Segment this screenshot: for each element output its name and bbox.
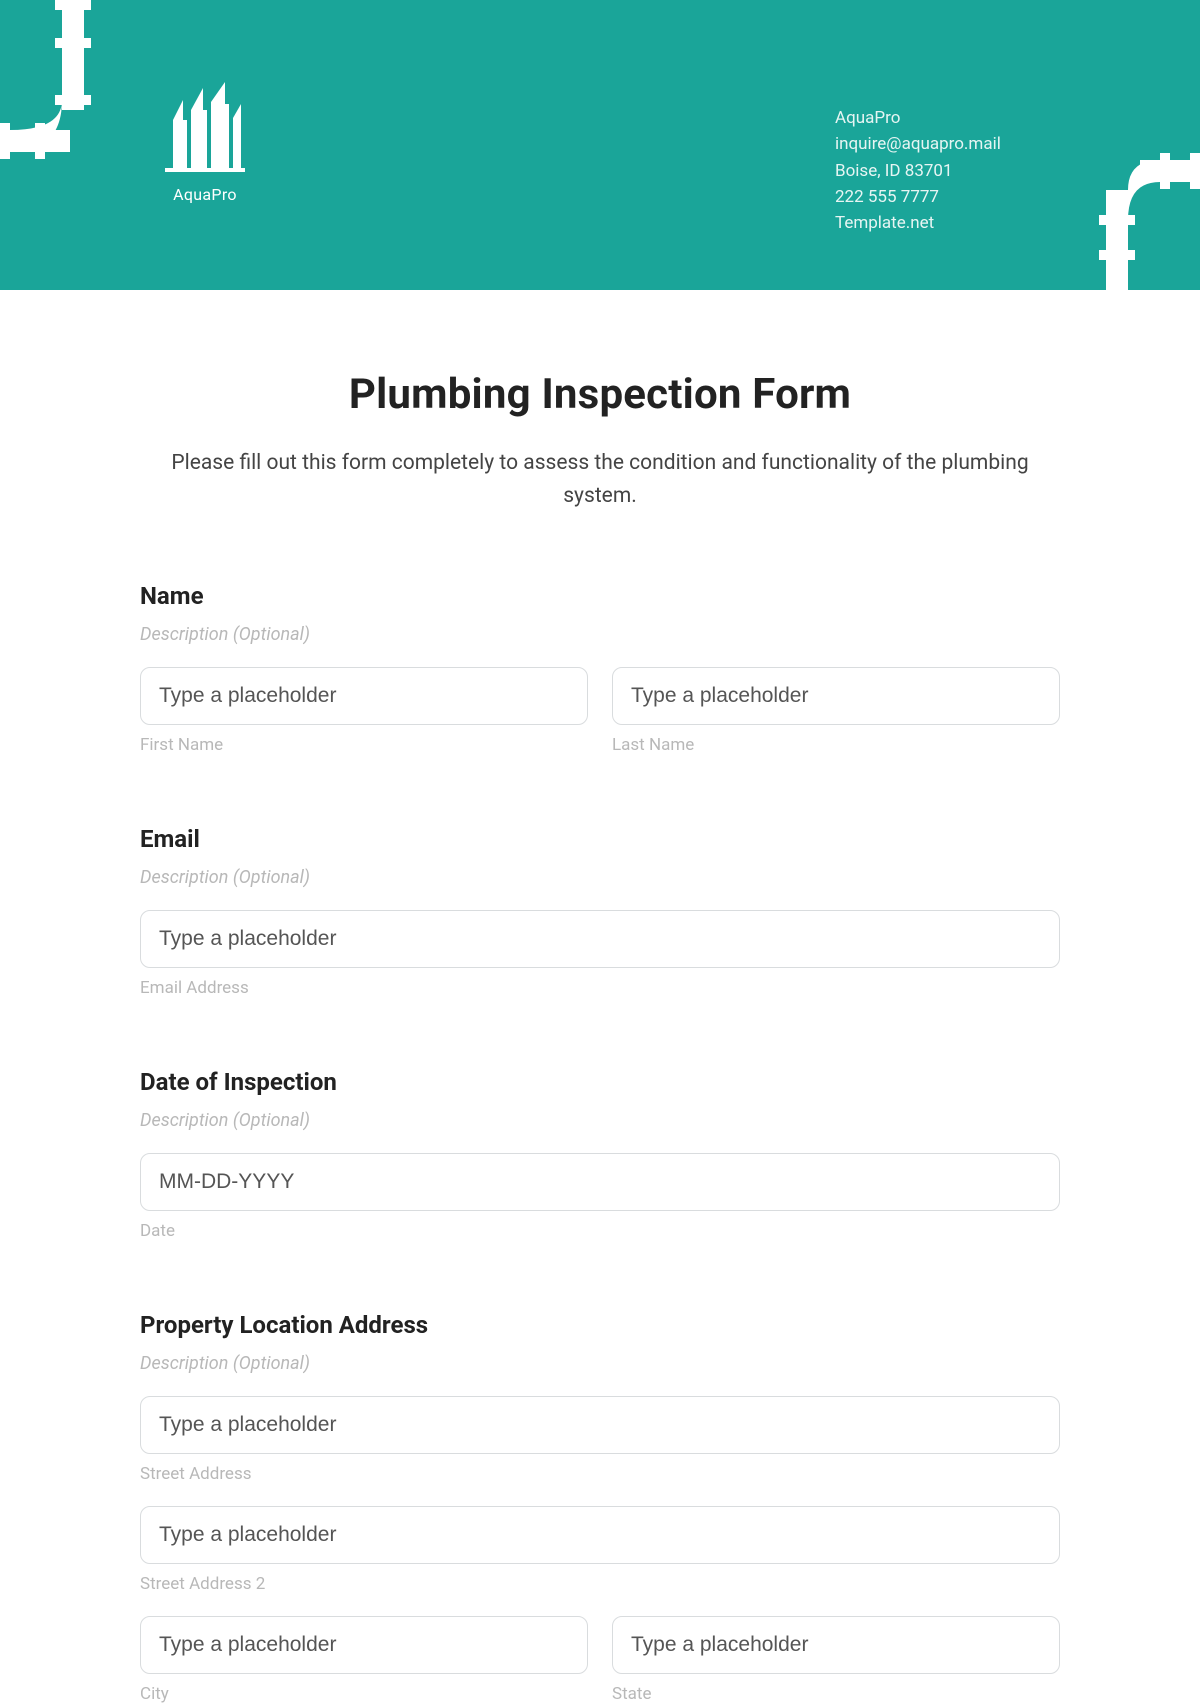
- street2-sublabel: Street Address 2: [140, 1574, 1060, 1594]
- page-subtitle: Please fill out this form completely to …: [140, 447, 1060, 512]
- email-input[interactable]: [140, 910, 1060, 968]
- last-name-sublabel: Last Name: [612, 735, 1060, 755]
- first-name-input[interactable]: [140, 667, 588, 725]
- company-email: inquire@aquapro.mail: [835, 131, 1001, 157]
- address-desc: Description (Optional): [140, 1353, 1060, 1374]
- street-input[interactable]: [140, 1396, 1060, 1454]
- first-name-sublabel: First Name: [140, 735, 588, 755]
- email-desc: Description (Optional): [140, 867, 1060, 888]
- state-sublabel: State: [612, 1684, 1060, 1704]
- email-sublabel: Email Address: [140, 978, 1060, 998]
- pipe-left-icon: [0, 0, 110, 174]
- company-logo: AquaPro: [155, 80, 255, 204]
- date-input[interactable]: [140, 1153, 1060, 1211]
- company-website: Template.net: [835, 210, 1001, 236]
- header-banner: AquaPro AquaPro inquire@aquapro.mail Boi…: [0, 0, 1200, 290]
- name-desc: Description (Optional): [140, 624, 1060, 645]
- section-name: Name Description (Optional) First Name L…: [140, 582, 1060, 755]
- section-email: Email Description (Optional) Email Addre…: [140, 825, 1060, 998]
- street2-input[interactable]: [140, 1506, 1060, 1564]
- pipe-right-icon: [1070, 110, 1200, 290]
- building-icon: [155, 80, 255, 175]
- company-info: AquaPro inquire@aquapro.mail Boise, ID 8…: [835, 105, 1001, 237]
- company-name: AquaPro: [835, 105, 1001, 131]
- company-address: Boise, ID 83701: [835, 158, 1001, 184]
- date-desc: Description (Optional): [140, 1110, 1060, 1131]
- section-date: Date of Inspection Description (Optional…: [140, 1068, 1060, 1241]
- city-input[interactable]: [140, 1616, 588, 1674]
- email-label: Email: [140, 825, 1060, 853]
- section-address: Property Location Address Description (O…: [140, 1311, 1060, 1704]
- city-sublabel: City: [140, 1684, 588, 1704]
- page-title: Plumbing Inspection Form: [140, 370, 1060, 419]
- logo-caption: AquaPro: [155, 185, 255, 204]
- address-label: Property Location Address: [140, 1311, 1060, 1339]
- last-name-input[interactable]: [612, 667, 1060, 725]
- street-sublabel: Street Address: [140, 1464, 1060, 1484]
- date-sublabel: Date: [140, 1221, 1060, 1241]
- company-phone: 222 555 7777: [835, 184, 1001, 210]
- name-label: Name: [140, 582, 1060, 610]
- state-input[interactable]: [612, 1616, 1060, 1674]
- date-label: Date of Inspection: [140, 1068, 1060, 1096]
- form-page: Plumbing Inspection Form Please fill out…: [140, 290, 1060, 1704]
